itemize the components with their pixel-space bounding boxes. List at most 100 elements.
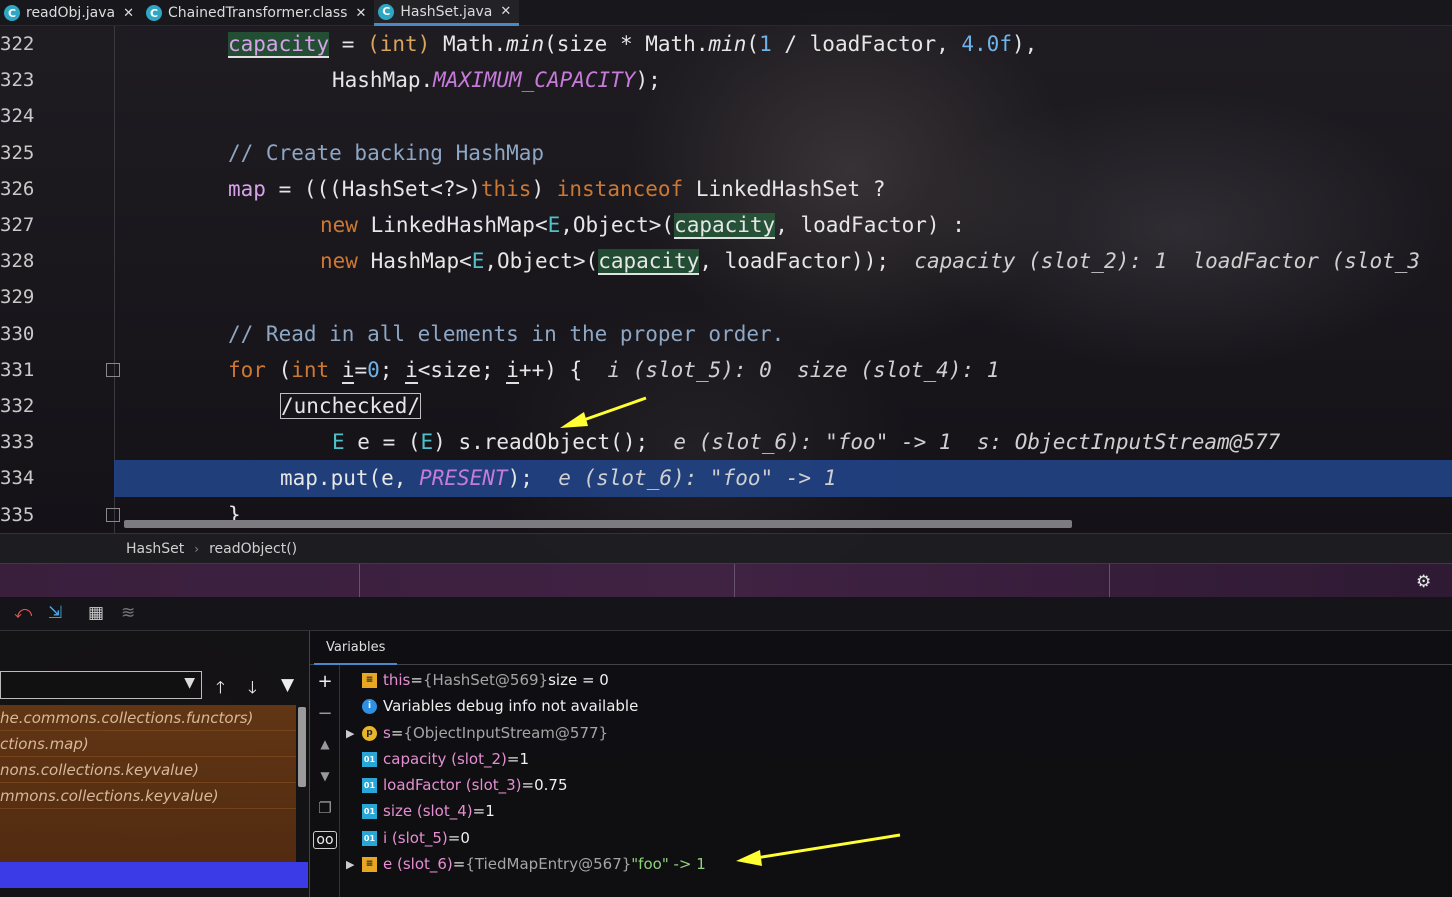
code-editor[interactable]: 322 capacity = (int) Math.min(size * Mat… — [0, 26, 1452, 533]
vertical-scrollbar[interactable] — [298, 707, 306, 787]
variable-row[interactable]: ≡ this = {HashSet@569} size = 0 — [346, 667, 609, 693]
frames-panel: ▼ 🡑 🡓 ▼ he.commons.collections.functors)… — [0, 631, 310, 897]
tab-label: HashSet.java — [400, 3, 493, 20]
variable-row[interactable]: 01 size (slot_4) = 1 — [346, 798, 495, 824]
equals: = — [447, 829, 461, 847]
equals: = — [452, 855, 466, 873]
code-line[interactable]: 326 map = (((HashSet<?>)this) instanceof… — [0, 171, 1452, 207]
fold-icon[interactable] — [106, 362, 120, 377]
variable-row[interactable]: ▶ p s = {ObjectInputStream@577} — [346, 720, 608, 746]
code-line[interactable]: 325 // Create backing HashMap — [0, 135, 1452, 171]
variable-value: 0.75 — [534, 776, 568, 794]
fold-icon[interactable] — [106, 507, 120, 522]
local-variable-icon: 01 — [362, 830, 377, 846]
variable-row[interactable]: 01 i (slot_5) = 0 — [346, 825, 470, 851]
line-number: 331 — [0, 358, 35, 381]
chevron-down-icon: ▼ — [184, 675, 195, 691]
list-item[interactable]: mmons.collections.keyvalue) — [0, 783, 296, 809]
breadcrumb: HashSet › readObject() — [0, 533, 1452, 563]
close-icon[interactable]: ✕ — [123, 6, 134, 21]
variable-value: 0 — [460, 829, 470, 847]
equals: = — [472, 802, 486, 820]
breadcrumb-class[interactable]: HashSet — [126, 541, 184, 557]
divider — [359, 564, 360, 598]
line-number: 322 — [0, 33, 35, 56]
code-line[interactable]: 332 /unchecked/ — [0, 388, 1452, 424]
variable-value: 1 — [485, 802, 495, 820]
java-class-icon: C — [378, 3, 395, 20]
tab-label: ChainedTransformer.class — [168, 5, 348, 21]
thread-dropdown[interactable]: ▼ — [0, 671, 202, 699]
line-number: 333 — [0, 431, 35, 454]
drop-frame-icon[interactable]: ⤺ — [14, 603, 32, 623]
code-line[interactable]: 323 HashMap.MAXIMUM_CAPACITY); — [0, 62, 1452, 98]
trace-icon[interactable]: ≋ — [121, 603, 135, 623]
line-number: 334 — [0, 467, 35, 490]
move-up-icon[interactable]: ▲ — [315, 737, 335, 751]
variable-name: loadFactor (slot_3) — [383, 776, 522, 794]
debug-toolbar: ⤺ ⇲ ▦ ≋ — [0, 597, 1452, 631]
tab-hashset[interactable]: C HashSet.java ✕ — [374, 0, 520, 26]
code-text: E e = (E) s.readObject(); e (slot_6): "f… — [332, 430, 1281, 455]
java-class-icon: C — [146, 5, 163, 21]
list-item[interactable]: nons.collections.keyvalue) — [0, 757, 296, 783]
local-variable-icon: 01 — [362, 803, 377, 819]
arrow-down-icon[interactable]: 🡓 — [248, 675, 257, 704]
filter-icon[interactable]: ▼ — [281, 675, 294, 695]
unchecked-annotation: /unchecked/ — [280, 393, 422, 420]
code-comment: // Create backing HashMap — [228, 140, 545, 165]
code-text: map.put(e, PRESENT); e (slot_6): "foo" -… — [280, 466, 837, 491]
tab-label: readObj.java — [26, 5, 116, 21]
variables-panel: Variables + − ▲ ▼ ❐ oo ≡ this = {HashSet… — [310, 631, 1452, 897]
variable-row[interactable]: ▶ ≡ e (slot_6) = {TiedMapEntry@567} "foo… — [346, 851, 706, 877]
variable-value: 1 — [519, 750, 530, 768]
breadcrumb-method[interactable]: readObject() — [209, 541, 297, 557]
debug-panel-header: ⚙ — [0, 563, 1452, 598]
horizontal-scrollbar[interactable] — [124, 520, 1072, 528]
evaluate-expression-icon[interactable]: ▦ — [88, 603, 104, 623]
list-item[interactable]: he.commons.collections.functors) — [0, 705, 296, 731]
code-line[interactable]: 324 — [0, 98, 1452, 134]
close-icon[interactable]: ✕ — [500, 4, 511, 19]
chevron-right-icon: › — [194, 541, 200, 556]
close-icon[interactable]: ✕ — [355, 6, 366, 21]
tab-variables[interactable]: Variables — [314, 631, 398, 665]
variable-row[interactable]: 01 loadFactor (slot_3) = 0.75 — [346, 772, 568, 798]
code-line[interactable]: 331 for (int i=0; i<size; i++) { i (slot… — [0, 352, 1452, 388]
code-line[interactable]: 333 E e = (E) s.readObject(); e (slot_6)… — [0, 424, 1452, 460]
tab-readobj[interactable]: C readObj.java ✕ — [0, 0, 142, 26]
code-line[interactable]: 330 // Read in all elements in the prope… — [0, 316, 1452, 352]
tab-chainedtransformer[interactable]: C ChainedTransformer.class ✕ — [142, 0, 374, 26]
line-number: 323 — [0, 69, 35, 92]
arrow-up-icon[interactable]: 🡑 — [216, 675, 225, 704]
chevron-right-icon[interactable]: ▶ — [346, 727, 362, 740]
remove-watch-icon[interactable]: − — [315, 703, 335, 724]
add-watch-icon[interactable]: + — [315, 671, 335, 692]
current-execution-line[interactable]: 334 map.put(e, PRESENT); e (slot_6): "fo… — [0, 460, 1452, 497]
variable-row[interactable]: i Variables debug info not available — [346, 693, 638, 719]
list-item[interactable]: ctions.map) — [0, 731, 296, 757]
chevron-right-icon[interactable]: ▶ — [346, 858, 362, 871]
code-line[interactable]: 327 new LinkedHashMap<E,Object>(capacity… — [0, 207, 1452, 243]
selected-frame[interactable] — [0, 862, 308, 888]
variable-row[interactable]: 01 capacity (slot_2) = 1 — [346, 746, 529, 772]
copy-icon[interactable]: ❐ — [315, 799, 335, 817]
line-number: 330 — [0, 322, 35, 345]
gear-icon[interactable]: ⚙ — [1416, 572, 1431, 592]
divider — [1109, 564, 1110, 598]
line-number: 326 — [0, 177, 35, 200]
frame-list: he.commons.collections.functors) ctions.… — [0, 705, 296, 887]
code-line[interactable]: 328 new HashMap<E,Object>(capacity, load… — [0, 243, 1452, 279]
glasses-icon[interactable]: oo — [313, 831, 337, 849]
move-down-icon[interactable]: ▼ — [315, 769, 335, 783]
code-line[interactable]: 329 — [0, 279, 1452, 315]
variables-header: Variables — [310, 631, 1452, 665]
run-to-cursor-icon[interactable]: ⇲ — [48, 603, 62, 623]
local-variable-icon: 01 — [362, 751, 377, 767]
line-number: 328 — [0, 250, 35, 273]
equals: = — [390, 724, 404, 742]
code-line[interactable]: 322 capacity = (int) Math.min(size * Mat… — [0, 26, 1452, 62]
code-text: new HashMap<E,Object>(capacity, loadFact… — [320, 249, 1421, 276]
inline-debug-hint: e (slot_6): "foo" -> 1 s: ObjectInputStr… — [673, 430, 1281, 455]
code-comment: // Read in all elements in the proper or… — [228, 321, 785, 346]
